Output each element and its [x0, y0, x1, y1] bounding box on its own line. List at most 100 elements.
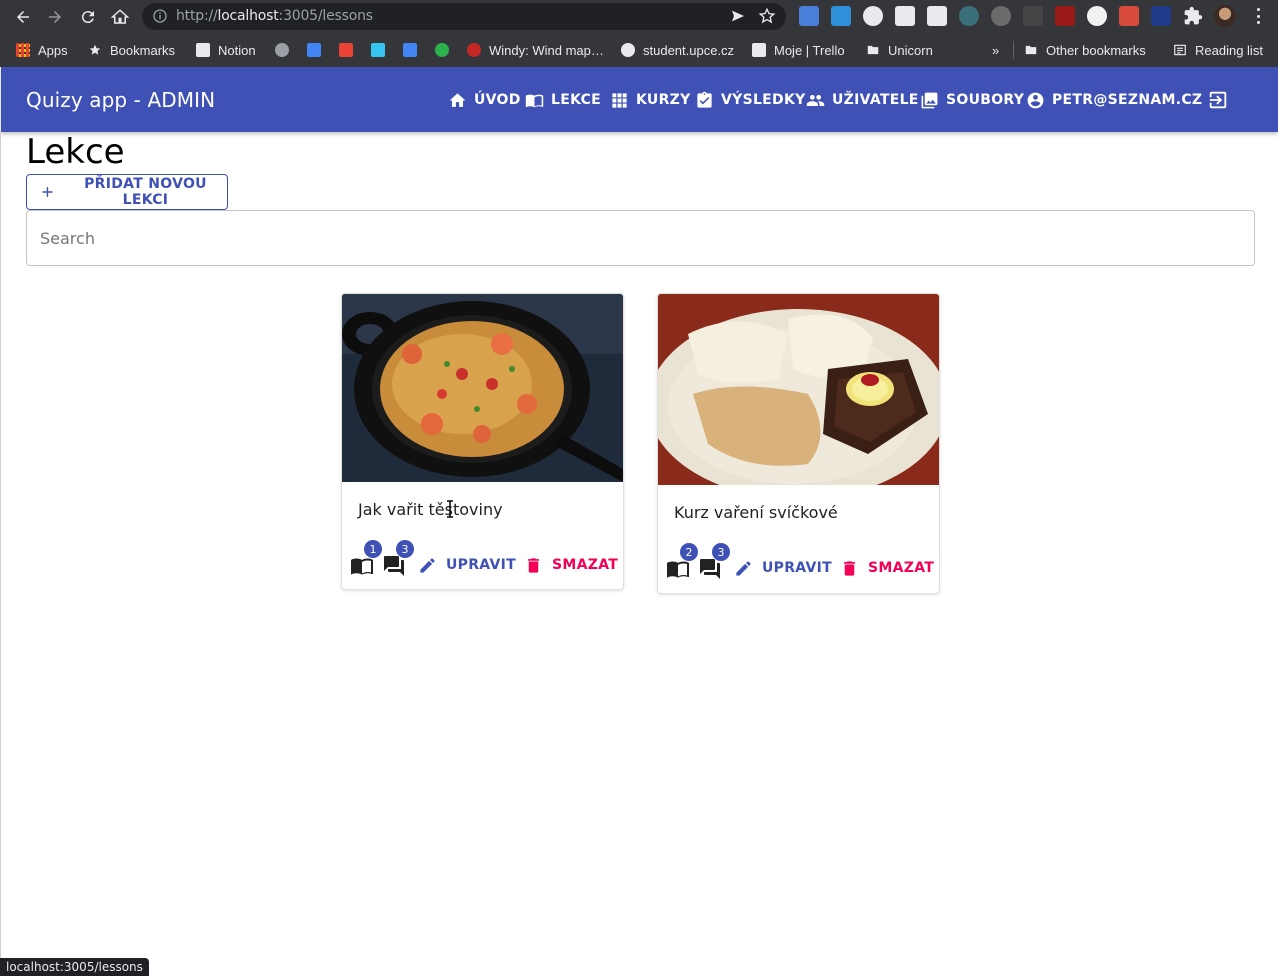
pages-badge: 1: [364, 540, 382, 558]
bookmark-calendar[interactable]: [307, 41, 321, 59]
pages-badge: 2: [680, 543, 698, 561]
bookmark-gs[interactable]: [403, 41, 417, 59]
pages-count[interactable]: 1: [350, 540, 382, 576]
bookmark-other[interactable]: Other bookmarks: [1024, 41, 1146, 59]
slack-icon: [371, 43, 385, 57]
play-extension-icon[interactable]: [959, 6, 979, 26]
lesson-image-pasta: [342, 294, 623, 482]
extension-icon[interactable]: [1151, 6, 1171, 26]
reading-list[interactable]: Reading list: [1173, 41, 1263, 59]
extension-icon[interactable]: [1087, 6, 1107, 26]
nav-kurzy[interactable]: KURZY: [610, 90, 691, 110]
bookmark-bookmarks[interactable]: Bookmarks: [88, 41, 175, 59]
apps-grid-icon: [16, 43, 30, 57]
bookmark-trello[interactable]: Moje | Trello: [752, 41, 845, 59]
gear-extension-icon[interactable]: [991, 6, 1011, 26]
browser-chrome: http://localhost:3005/lessons Apps Bookm…: [0, 0, 1278, 67]
people-icon: [806, 94, 825, 106]
bookmark-student[interactable]: student.upce.cz: [621, 41, 734, 59]
browser-toolbar: http://localhost:3005/lessons: [0, 0, 1278, 33]
translate-extension-icon[interactable]: [799, 6, 819, 26]
bookmark-1[interactable]: [275, 41, 289, 59]
extension-icon[interactable]: [1119, 6, 1139, 26]
nav-uvod[interactable]: ÚVOD: [448, 90, 521, 110]
address-bar[interactable]: http://localhost:3005/lessons: [142, 3, 786, 30]
trash-icon: [843, 560, 856, 576]
home-icon[interactable]: [107, 4, 133, 30]
bookmark-feedly[interactable]: [435, 41, 449, 59]
pencil-icon: [736, 560, 751, 576]
bookmark-windy[interactable]: Windy: Wind map…: [467, 41, 604, 59]
app-title[interactable]: Quizy app - ADMIN: [26, 88, 215, 112]
questions-count[interactable]: 3: [382, 540, 414, 576]
jetbrains-extension-icon[interactable]: [927, 6, 947, 26]
ublock-extension-icon[interactable]: [1055, 6, 1075, 26]
text-cursor-icon: [447, 500, 453, 518]
questions-badge: 3: [712, 543, 730, 561]
delete-lesson-button[interactable]: SMAZAT: [840, 556, 934, 580]
star-icon: [89, 44, 101, 55]
edit-lesson-button[interactable]: UPRAVIT: [418, 553, 516, 577]
site-info-icon[interactable]: [152, 8, 168, 24]
puzzle-icon[interactable]: [1183, 6, 1203, 26]
bookmark-gmail[interactable]: [339, 41, 353, 59]
bookmarks-divider: [1013, 41, 1014, 59]
assignment-check-icon: [697, 91, 712, 108]
search-field[interactable]: [26, 210, 1255, 266]
folder-icon: [867, 45, 879, 55]
bookmark-notion[interactable]: Notion: [196, 41, 256, 59]
add-lesson-button[interactable]: PŘIDAT NOVOU LEKCI: [26, 174, 228, 210]
folder-icon: [1025, 45, 1037, 55]
account-circle-icon: [1027, 92, 1044, 108]
lesson-title[interactable]: Jak vařit těstoviny: [358, 500, 503, 519]
gs-icon: [403, 43, 417, 57]
page-title: Lekce: [26, 132, 125, 172]
lesson-title[interactable]: Kurz vaření svíčkové: [674, 503, 838, 522]
app-bar: Quizy app - ADMIN ÚVOD LEKCE KURZY VÝSLE…: [1, 67, 1278, 132]
logout-button[interactable]: [1207, 89, 1229, 111]
windy-icon: [467, 43, 481, 57]
forward-icon[interactable]: [42, 4, 68, 30]
questions-count[interactable]: 3: [698, 543, 730, 579]
notion-icon: [196, 43, 210, 57]
lesson-image-svickova: [658, 294, 939, 485]
pencil-icon: [420, 557, 435, 573]
trash-icon: [527, 557, 540, 573]
extension-icon[interactable]: [1023, 6, 1043, 26]
nav-soubory[interactable]: SOUBORY: [920, 90, 1024, 110]
nav-user-account[interactable]: PETR@SEZNAM.CZ: [1026, 90, 1202, 110]
nav-uzivatele[interactable]: UŽIVATELE: [806, 90, 919, 110]
back-icon[interactable]: [10, 4, 36, 30]
bookmarks-overflow-button[interactable]: »: [992, 41, 999, 59]
lesson-actions: 2 3 UPRAVIT SMAZAT: [666, 543, 936, 583]
browser-status-bar: localhost:3005/lessons: [0, 958, 149, 976]
extension-icon[interactable]: [863, 6, 883, 26]
edit-lesson-button[interactable]: UPRAVIT: [734, 556, 832, 580]
lesson-actions: 1 3 UPRAVIT SMAZAT: [350, 540, 620, 580]
grid-icon: [612, 92, 627, 108]
lesson-card: Kurz vaření svíčkové 2 3 UPRAVIT SMAZAT: [657, 293, 940, 594]
extension-icon[interactable]: [895, 6, 915, 26]
trello-icon: [752, 43, 766, 57]
bookmark-star-icon[interactable]: [758, 7, 776, 25]
nav-vysledky[interactable]: VÝSLEDKY: [695, 90, 806, 110]
browser-menu-icon[interactable]: [1250, 6, 1266, 26]
questions-badge: 3: [396, 540, 414, 558]
pages-count[interactable]: 2: [666, 543, 698, 579]
bookmark-slack[interactable]: [371, 41, 385, 59]
bookmark-apps[interactable]: Apps: [16, 41, 68, 59]
reading-list-icon: [1174, 44, 1186, 56]
bookmark-unicorn[interactable]: Unicorn: [866, 41, 933, 59]
search-input[interactable]: [40, 225, 1230, 251]
book-icon: [525, 94, 544, 107]
plus-icon: [42, 187, 53, 197]
send-to-device-icon[interactable]: [730, 8, 746, 24]
nav-lekce[interactable]: LEKCE: [525, 90, 601, 110]
photo-library-icon: [921, 92, 938, 108]
delete-lesson-button[interactable]: SMAZAT: [524, 553, 618, 577]
profile-avatar[interactable]: [1214, 5, 1236, 27]
reload-icon[interactable]: [75, 4, 101, 30]
gmail-icon: [339, 43, 353, 57]
extension-icon[interactable]: [831, 6, 851, 26]
calendar-icon: [307, 43, 321, 57]
